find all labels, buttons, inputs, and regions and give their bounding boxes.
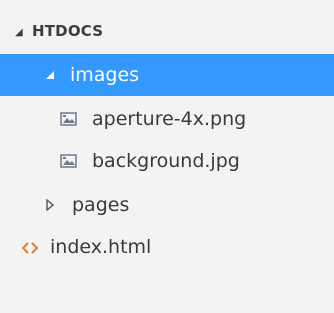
tree-item-images-folder[interactable]: images — [0, 54, 334, 96]
section-header-label: HTDOCS — [32, 22, 104, 40]
tree-item-index-html-file[interactable]: index.html — [0, 226, 334, 268]
tree-item-label: pages — [72, 194, 130, 216]
file-explorer: ◢ HTDOCS images aperture-4x.png backgrou… — [0, 0, 334, 313]
tree-item-label: index.html — [50, 236, 152, 258]
image-file-icon — [60, 153, 78, 169]
folder-expanded-caret-icon — [44, 69, 56, 81]
html-file-icon — [21, 240, 39, 254]
section-expanded-caret-icon: ◢ — [15, 26, 23, 38]
folder-collapsed-caret-icon — [44, 199, 56, 211]
tree-item-label: background.jpg — [92, 150, 240, 172]
section-header-htdocs[interactable]: ◢ HTDOCS — [0, 8, 334, 54]
image-file-icon — [60, 111, 78, 127]
tree-item-aperture-file[interactable]: aperture-4x.png — [0, 98, 334, 140]
tree-item-label: aperture-4x.png — [92, 108, 247, 130]
tree-item-pages-folder[interactable]: pages — [0, 184, 334, 226]
tree-item-background-file[interactable]: background.jpg — [0, 140, 334, 182]
tree-item-label: images — [70, 64, 140, 86]
